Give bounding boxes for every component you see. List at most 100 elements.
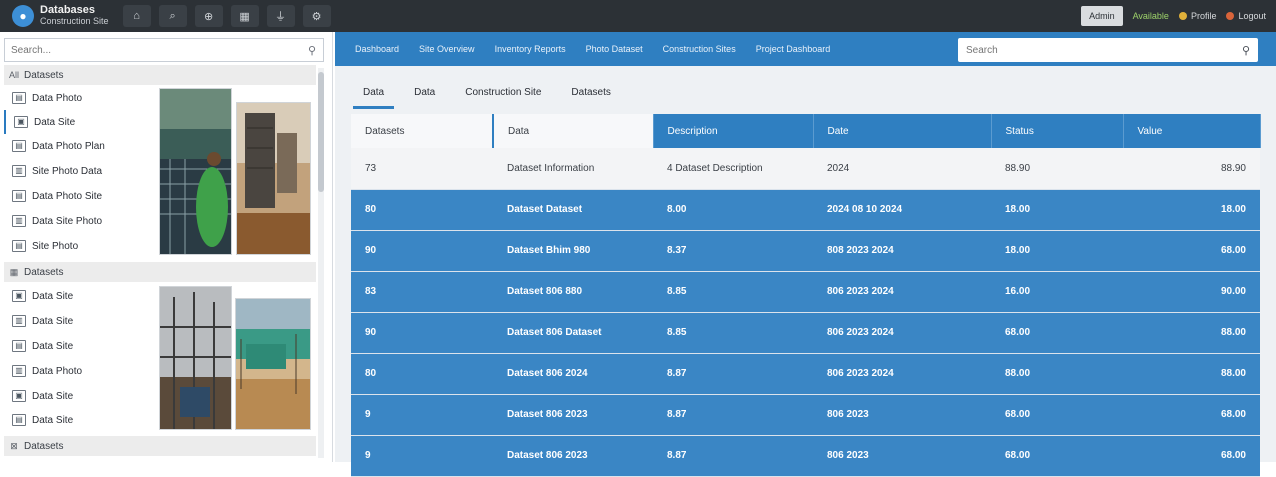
scrollbar-thumb[interactable]	[318, 72, 324, 192]
cell-value: 68.00	[1123, 394, 1260, 436]
table-row[interactable]: 80 Dataset Dataset 8.00 2024 08 10 2024 …	[351, 189, 1260, 231]
tab-construction-site[interactable]: Construction Site	[455, 82, 551, 109]
category-label: Datasets	[24, 69, 64, 81]
document-icon: ▥	[12, 215, 26, 227]
cell-date: 808 2023 2024	[813, 230, 991, 272]
cell-date: 806 2023	[813, 435, 991, 477]
filter-icon[interactable]: ⏚	[266, 5, 295, 27]
sidebar-item[interactable]: ▤ Data Site	[4, 334, 154, 358]
column-header[interactable]: Status	[991, 114, 1124, 148]
table-row[interactable]: 73 Dataset Information 4 Dataset Descrip…	[351, 148, 1260, 190]
cell-value: 18.00	[1123, 189, 1260, 231]
cell-date: 806 2023 2024	[813, 271, 991, 313]
category-label: Datasets	[24, 266, 64, 278]
cell-desc: 8.87	[653, 394, 813, 436]
cell-value: 68.00	[1123, 230, 1260, 272]
sidebar-item[interactable]: ▣ Data Site	[4, 284, 154, 308]
table-row[interactable]: 90 Dataset 806 Dataset 8.85 806 2023 202…	[351, 312, 1260, 354]
nav-item-project-dashboard[interactable]: Project Dashboard	[756, 44, 831, 54]
cell-desc: 8.85	[653, 271, 813, 313]
sidebar-item-selected[interactable]: ▣ Data Site	[4, 110, 154, 134]
sidebar-item[interactable]: ▤ Data Site	[4, 408, 154, 432]
column-header[interactable]: Description	[653, 114, 814, 148]
cell-name: Dataset 806 880	[493, 271, 653, 313]
image-icon: ▣	[12, 290, 26, 302]
nav-item-dashboard[interactable]: Dashboard	[355, 44, 399, 54]
site-photo-thumbnail[interactable]	[236, 102, 311, 255]
cell-id: 9	[351, 394, 493, 436]
column-header[interactable]: Data	[492, 114, 654, 148]
logout-link[interactable]: Logout	[1226, 11, 1266, 21]
nav-item-inventory[interactable]: Inventory Reports	[495, 44, 566, 54]
cell-status: 18.00	[991, 189, 1123, 231]
site-photo-thumbnail[interactable]	[235, 298, 311, 430]
sidebar-item-label: Data Photo Plan	[32, 140, 105, 152]
nav-item-site-overview[interactable]: Site Overview	[419, 44, 475, 54]
sidebar-item[interactable]: ▣ Data Site	[4, 384, 154, 408]
table-row[interactable]: 9 Dataset 806 2023 8.87 806 2023 68.00 6…	[351, 435, 1260, 477]
search-icon[interactable]: ⌕	[158, 5, 187, 27]
sidebar-item[interactable]: ▥ Data Site Photo	[4, 209, 154, 233]
cell-status: 68.00	[991, 394, 1123, 436]
table-row[interactable]: 83 Dataset 806 880 8.85 806 2023 2024 16…	[351, 271, 1260, 313]
nav-item-photo-dataset[interactable]: Photo Dataset	[586, 44, 643, 54]
tab-data-2[interactable]: Data	[404, 82, 445, 109]
zoom-icon[interactable]: ⊕	[194, 5, 223, 27]
top-bar: ● Databases Construction Site ⌂ ⌕ ⊕ ▦ ⏚ …	[0, 0, 1276, 32]
nav-search-input[interactable]	[958, 44, 1234, 56]
table-row[interactable]: 9 Dataset 806 2023 8.87 806 2023 68.00 6…	[351, 394, 1260, 436]
category-header[interactable]: ▦ Datasets	[4, 262, 316, 282]
cell-desc: 8.87	[653, 353, 813, 395]
cell-value: 90.00	[1123, 271, 1260, 313]
nav-item-construction-sites[interactable]: Construction Sites	[663, 44, 736, 54]
tab-data[interactable]: Data	[353, 82, 395, 109]
search-icon[interactable]: ⚲	[1234, 44, 1258, 57]
cell-status: 68.00	[991, 312, 1123, 354]
cell-name: Dataset Dataset	[493, 189, 653, 231]
sidebar-scrollbar[interactable]	[318, 68, 324, 458]
sidebar-item-label: Data Site	[32, 290, 74, 302]
brand-subtitle: Construction Site	[40, 16, 109, 26]
column-header[interactable]: Date	[813, 114, 992, 148]
file-icon: ▤	[12, 414, 26, 426]
admin-button[interactable]: Admin	[1081, 6, 1123, 26]
sidebar-item[interactable]: ▥ Data Photo	[4, 359, 154, 383]
sidebar-item-label: Data Site	[32, 340, 74, 352]
category-header[interactable]: All Datasets	[4, 65, 316, 85]
sidebar-search: ⚲	[4, 38, 324, 62]
site-photo-thumbnail[interactable]	[159, 88, 232, 255]
sidebar-item[interactable]: ▤ Data Photo Plan	[4, 134, 154, 158]
sidebar-item[interactable]: ▥ Data Site	[4, 309, 154, 333]
cell-id: 73	[351, 148, 493, 190]
sidebar-item[interactable]: ▥ Site Photo Data	[4, 159, 154, 183]
home-icon[interactable]: ⌂	[122, 5, 151, 27]
cell-status: 18.00	[991, 230, 1123, 272]
tab-bar: Data Data Construction Site Datasets	[353, 82, 631, 109]
site-photo-image	[160, 89, 231, 254]
app-logo-icon[interactable]: ●	[12, 5, 34, 27]
sidebar-item[interactable]: ▤ Site Photo	[4, 234, 154, 258]
table-row[interactable]: 80 Dataset 806 2024 8.87 806 2023 2024 8…	[351, 353, 1260, 395]
profile-link[interactable]: Profile	[1178, 11, 1216, 21]
sidebar-search-input[interactable]	[5, 44, 301, 56]
cell-desc: 8.87	[653, 435, 813, 477]
sidebar-item[interactable]: ▤ Data Photo Site	[4, 184, 154, 208]
site-photo-thumbnail[interactable]	[159, 286, 232, 430]
category-marker: All	[8, 70, 19, 80]
column-header[interactable]: Value	[1123, 114, 1261, 148]
nav-bar: Dashboard Site Overview Inventory Report…	[335, 32, 1276, 66]
tab-datasets[interactable]: Datasets	[561, 82, 620, 109]
settings-icon[interactable]: ⚙	[302, 5, 331, 27]
status-indicator[interactable]: Available	[1133, 11, 1169, 21]
sidebar-footer[interactable]: ⊠ Datasets	[4, 436, 316, 456]
table-row[interactable]: 90 Dataset Bhim 980 8.37 808 2023 2024 1…	[351, 230, 1260, 272]
cell-desc: 4 Dataset Description	[653, 148, 813, 190]
grid-icon[interactable]: ▦	[230, 5, 259, 27]
sidebar-item[interactable]: ▤ Data Photo	[4, 86, 154, 110]
document-icon: ▥	[12, 165, 26, 177]
cell-status: 68.00	[991, 435, 1123, 477]
column-header[interactable]: Datasets	[351, 114, 494, 148]
search-icon[interactable]: ⚲	[301, 44, 323, 57]
brand-title: Databases	[40, 4, 96, 16]
cell-status: 88.90	[991, 148, 1123, 190]
